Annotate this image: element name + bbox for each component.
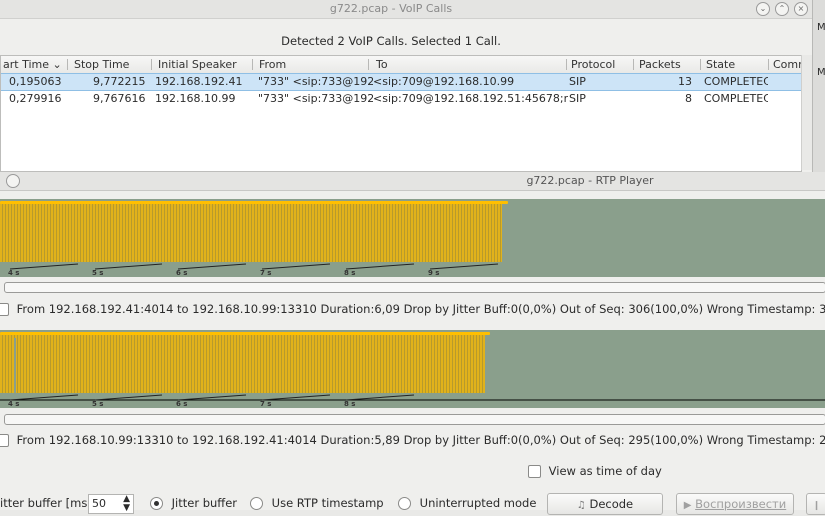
play-button[interactable]: ▶ Воспроизвести	[676, 493, 794, 515]
calls-table: art Time ⌄ Stop Time Initial Speaker Fro…	[0, 55, 802, 172]
stream-1-info: From 192.168.192.41:4014 to 192.168.10.9…	[16, 302, 825, 316]
column-separator[interactable]	[151, 59, 152, 70]
waveform-1	[0, 201, 508, 267]
edge-letter: M	[817, 67, 825, 78]
cell-start-time: 0,195063	[9, 75, 62, 88]
tick-marks-2	[0, 394, 825, 401]
calls-table-scrollbar[interactable]	[801, 55, 812, 170]
edge-letter: M	[817, 22, 825, 33]
waveform-2	[0, 332, 490, 398]
tick-label: 6 s	[176, 400, 188, 408]
play-icon: ▶	[683, 500, 692, 511]
tick-label: 4 s	[8, 269, 20, 277]
column-separator[interactable]	[368, 59, 369, 70]
tick-label: 5 s	[92, 269, 104, 277]
tick-label: 6 s	[176, 269, 188, 277]
cell-to: <sip:709@192.168.10.99	[373, 75, 515, 88]
cell-from: "733" <sip:733@192.	[258, 75, 373, 88]
col-start-time[interactable]: art Time ⌄	[3, 58, 62, 71]
column-separator[interactable]	[633, 59, 634, 70]
tick-label: 8 s	[344, 269, 356, 277]
voip-titlebar: g722.pcap - VoIP Calls ⌄ ⌃ ×	[0, 0, 812, 19]
column-separator[interactable]	[566, 59, 567, 70]
decode-button[interactable]: ♫ Decode	[547, 493, 663, 515]
tick-label: 8 s	[344, 400, 356, 408]
time-axis-strip-1: 4 s 5 s 6 s 7 s 8 s 9 s	[0, 262, 825, 277]
time-axis-strip-2: 4 s 5 s 6 s 7 s 8 s	[0, 393, 825, 408]
jitter-buffer-spinbox[interactable]: 50 ▲ ▼	[88, 494, 134, 514]
background-window-edge: M M	[812, 0, 825, 172]
radio-jitter-buffer-label: Jitter buffer	[171, 496, 238, 510]
stream-2-info: From 192.168.10.99:13310 to 192.168.192.…	[16, 433, 825, 447]
radio-uninterrupted-indicator[interactable]	[398, 497, 411, 510]
column-separator[interactable]	[700, 59, 701, 70]
decode-label: Decode	[589, 497, 634, 511]
time-of-day-checkbox[interactable]	[528, 465, 541, 478]
table-row[interactable]: 0,195063 9,772215 192.168.192.41 "733" <…	[1, 73, 801, 91]
cell-state: COMPLETEC	[704, 75, 768, 88]
tick-label: 7 s	[260, 400, 272, 408]
rtp-titlebar: g722.pcap - RTP Player	[0, 172, 825, 191]
radio-jitter-buffer-indicator[interactable]	[150, 497, 163, 510]
tick-label: 5 s	[92, 400, 104, 408]
cell-initial-speaker: 192.168.192.41	[155, 75, 243, 88]
cell-protocol: SIP	[569, 75, 586, 88]
column-separator[interactable]	[67, 59, 68, 70]
voip-window-title: g722.pcap - VoIP Calls	[329, 2, 453, 15]
calls-summary: Detected 2 VoIP Calls. Selected 1 Call.	[281, 34, 501, 48]
cell-from: "733" <sip:733@192.	[258, 92, 373, 105]
cell-stop-time: 9,767616	[93, 92, 146, 105]
jitter-buffer-value[interactable]: 50	[92, 497, 106, 510]
close-icon[interactable]: ×	[794, 2, 808, 16]
maximize-icon[interactable]: ⌃	[775, 2, 789, 16]
time-of-day-option[interactable]: View as time of day	[528, 464, 662, 480]
stream-row-1: From 192.168.192.41:4014 to 192.168.10.9…	[0, 302, 825, 318]
graph-scrollbar-1[interactable]	[4, 282, 825, 293]
speaker-icon: ♫	[576, 500, 586, 511]
col-state[interactable]: State	[706, 58, 735, 71]
col-stop-time[interactable]: Stop Time	[74, 58, 129, 71]
cell-initial-speaker: 192.168.10.99	[155, 92, 236, 105]
cell-packets: 8	[685, 92, 692, 105]
graph-scrollbar-2[interactable]	[4, 414, 825, 425]
tick-label: 9 s	[428, 269, 440, 277]
cell-packets: 13	[678, 75, 692, 88]
voip-calls-window: g722.pcap - VoIP Calls ⌄ ⌃ × Detected 2 …	[0, 0, 812, 172]
cell-start-time: 0,279916	[9, 92, 62, 105]
time-of-day-label: View as time of day	[548, 464, 662, 478]
stream-row-2: From 192.168.10.99:13310 to 192.168.192.…	[0, 433, 825, 449]
spin-down-icon[interactable]: ▼	[123, 504, 130, 513]
calls-table-header: art Time ⌄ Stop Time Initial Speaker Fro…	[1, 56, 801, 74]
cell-state: COMPLETEC	[704, 92, 768, 105]
tick-label: 4 s	[8, 400, 20, 408]
stream-1-checkbox[interactable]	[0, 303, 9, 316]
stream-graph-1[interactable]	[0, 199, 825, 269]
tick-marks-1	[9, 263, 499, 270]
cell-protocol: SIP	[569, 92, 586, 105]
col-packets[interactable]: Packets	[639, 58, 681, 71]
stream-2-checkbox[interactable]	[0, 434, 9, 447]
cell-to: <sip:709@192.168.192.51:45678;rir	[373, 92, 568, 105]
rtp-window-title: g722.pcap - RTP Player	[526, 174, 654, 187]
tick-label: 7 s	[260, 269, 272, 277]
pause-button[interactable]: ❙	[806, 493, 825, 515]
cell-stop-time: 9,772215	[93, 75, 146, 88]
col-comment[interactable]: Comr	[773, 58, 801, 71]
col-protocol[interactable]: Protocol	[571, 58, 615, 71]
radio-rtp-timestamp-label: Use RTP timestamp	[271, 496, 384, 510]
col-from[interactable]: From	[259, 58, 286, 71]
radio-rtp-timestamp-indicator[interactable]	[250, 497, 263, 510]
minimize-icon[interactable]: ⌄	[756, 2, 770, 16]
table-row[interactable]: 0,279916 9,767616 192.168.10.99 "733" <s…	[1, 91, 801, 107]
col-to[interactable]: To	[376, 58, 388, 71]
column-separator[interactable]	[768, 59, 769, 70]
column-separator[interactable]	[252, 59, 253, 70]
stream-graph-2[interactable]	[0, 330, 825, 400]
rtp-player-window: g722.pcap - RTP Player 4 s 5 s 6 s 7 s 8…	[0, 172, 825, 515]
radio-uninterrupted-label: Uninterrupted mode	[419, 496, 537, 510]
col-initial-speaker[interactable]: Initial Speaker	[158, 58, 237, 71]
play-label: Воспроизвести	[695, 497, 787, 511]
